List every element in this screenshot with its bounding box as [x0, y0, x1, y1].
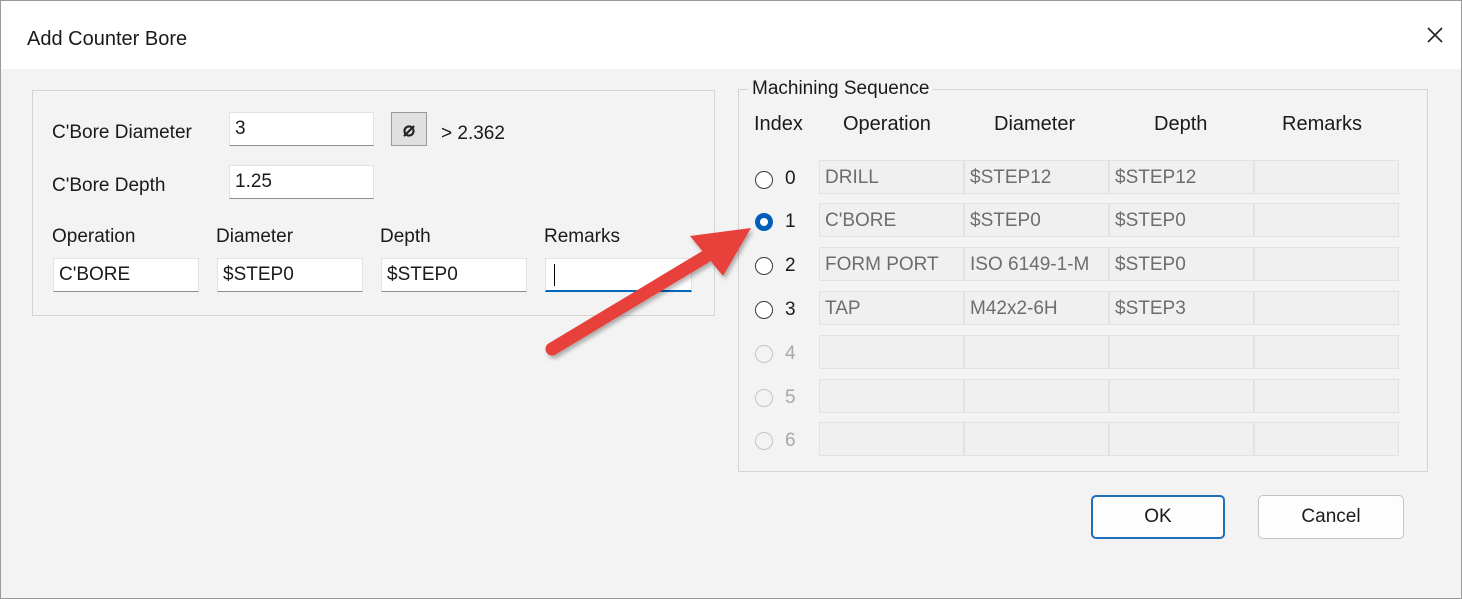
operation-label: Operation — [52, 226, 136, 247]
sequence-index-1: 1 — [785, 211, 796, 232]
min-diameter-text: > 2.362 — [441, 123, 505, 144]
diameter-input[interactable]: $STEP0 — [217, 258, 363, 292]
sequence-depth-1: $STEP0 — [1109, 203, 1254, 237]
sequence-remarks-4 — [1254, 335, 1399, 369]
depth-input[interactable]: $STEP0 — [381, 258, 527, 292]
sequence-depth-0: $STEP12 — [1109, 160, 1254, 194]
sequence-operation-6 — [819, 422, 964, 456]
sequence-remarks-6 — [1254, 422, 1399, 456]
close-button[interactable] — [1409, 1, 1461, 69]
sequence-index-5: 5 — [785, 387, 796, 408]
text-caret — [554, 264, 555, 286]
sequence-depth-4 — [1109, 335, 1254, 369]
sequence-remarks-5 — [1254, 379, 1399, 413]
cbore-diameter-label: C'Bore Diameter — [52, 122, 192, 143]
diameter-label: Diameter — [216, 226, 294, 247]
diameter-symbol-icon: ⌀ — [402, 118, 416, 141]
sequence-operation-3: TAP — [819, 291, 964, 325]
sequence-radio-1[interactable] — [755, 213, 773, 231]
cancel-button[interactable]: Cancel — [1258, 495, 1404, 539]
remarks-label: Remarks — [544, 226, 621, 247]
diameter-button[interactable]: ⌀ — [391, 112, 427, 146]
cbore-depth-input[interactable]: 1.25 — [229, 165, 374, 199]
sequence-depth-5 — [1109, 379, 1254, 413]
sequence-operation-1: C'BORE — [819, 203, 964, 237]
sequence-operation-4 — [819, 335, 964, 369]
add-counter-bore-dialog: Add Counter Bore C'Bore Diameter 3 ⌀ > 2… — [0, 0, 1462, 599]
sequence-radio-6 — [755, 432, 773, 450]
sequence-radio-4 — [755, 345, 773, 363]
header-diameter: Diameter — [994, 113, 1076, 135]
machining-sequence-title: Machining Sequence — [748, 78, 934, 100]
remarks-input[interactable] — [545, 258, 692, 292]
header-remarks: Remarks — [1282, 113, 1363, 135]
sequence-depth-3: $STEP3 — [1109, 291, 1254, 325]
sequence-diameter-5 — [964, 379, 1109, 413]
sequence-remarks-2 — [1254, 247, 1399, 281]
cbore-diameter-input[interactable]: 3 — [229, 112, 374, 146]
sequence-index-6: 6 — [785, 430, 796, 451]
sequence-diameter-4 — [964, 335, 1109, 369]
sequence-operation-0: DRILL — [819, 160, 964, 194]
sequence-index-0: 0 — [785, 168, 796, 189]
sequence-radio-3[interactable] — [755, 301, 773, 319]
header-operation: Operation — [843, 113, 931, 135]
dialog-title: Add Counter Bore — [27, 28, 188, 50]
sequence-radio-0[interactable] — [755, 171, 773, 189]
header-depth: Depth — [1154, 113, 1208, 135]
title-bar: Add Counter Bore — [1, 1, 1461, 69]
operation-input[interactable]: C'BORE — [53, 258, 199, 292]
sequence-operation-5 — [819, 379, 964, 413]
sequence-diameter-3: M42x2-6H — [964, 291, 1109, 325]
close-icon — [1427, 27, 1443, 43]
sequence-diameter-2: ISO 6149-1-M — [964, 247, 1109, 281]
sequence-index-3: 3 — [785, 299, 796, 320]
sequence-diameter-6 — [964, 422, 1109, 456]
sequence-diameter-0: $STEP12 — [964, 160, 1109, 194]
sequence-index-4: 4 — [785, 343, 796, 364]
sequence-depth-6 — [1109, 422, 1254, 456]
sequence-remarks-0 — [1254, 160, 1399, 194]
sequence-diameter-1: $STEP0 — [964, 203, 1109, 237]
sequence-remarks-1 — [1254, 203, 1399, 237]
sequence-index-2: 2 — [785, 255, 796, 276]
depth-label: Depth — [380, 226, 431, 247]
header-index: Index — [754, 113, 803, 135]
sequence-radio-5 — [755, 389, 773, 407]
cbore-depth-label: C'Bore Depth — [52, 175, 166, 196]
sequence-radio-2[interactable] — [755, 257, 773, 275]
sequence-operation-2: FORM PORT — [819, 247, 964, 281]
ok-button[interactable]: OK — [1091, 495, 1225, 539]
sequence-depth-2: $STEP0 — [1109, 247, 1254, 281]
sequence-remarks-3 — [1254, 291, 1399, 325]
